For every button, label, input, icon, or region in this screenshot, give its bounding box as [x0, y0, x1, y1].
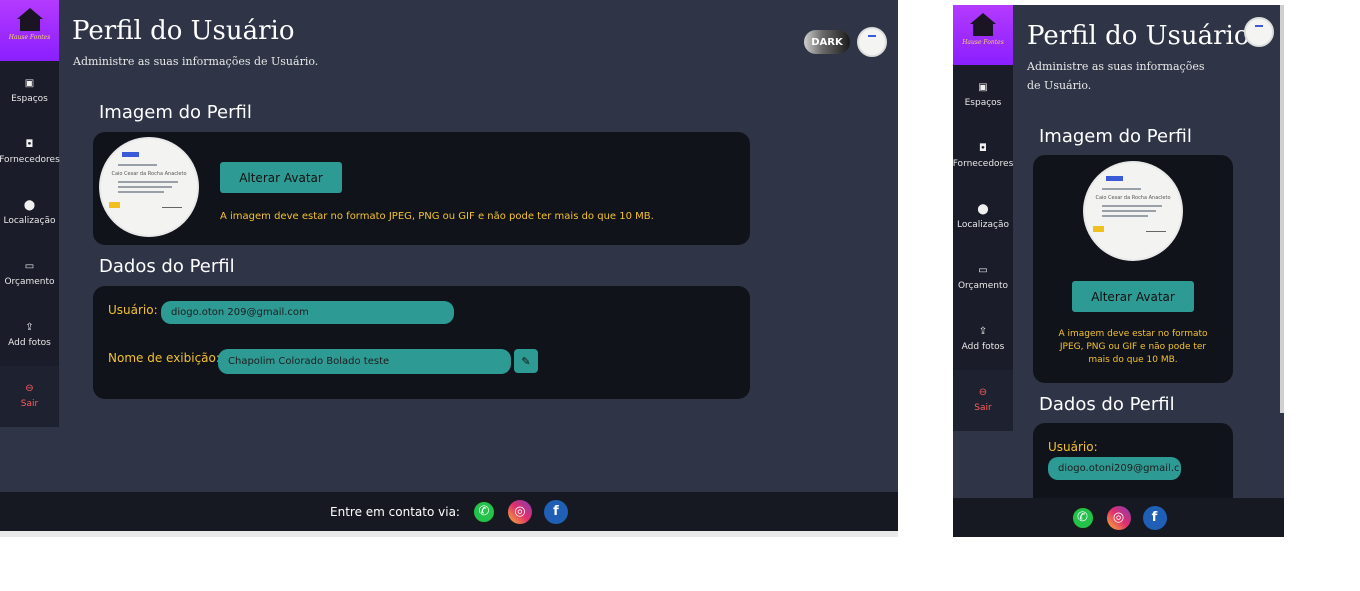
house-icon — [970, 13, 996, 24]
mobile-view: Hause Fontes ▣ Espaços ◘ Fornecedores ⬤ … — [953, 5, 1284, 537]
sidebar-item-label: Localização — [956, 220, 1010, 230]
logout-icon: ⊖ — [25, 383, 34, 394]
brand-logo[interactable]: Hause Fontes — [953, 5, 1013, 65]
logout-icon: ⊖ — [978, 387, 988, 398]
sidebar-item-label: Orçamento — [957, 281, 1009, 291]
user-label: Usuário: — [1048, 440, 1098, 454]
avatar-certificate-name: Caio Cesar da Rocha Anacleto — [1095, 194, 1171, 201]
sidebar-item-label: Add fotos — [961, 342, 1005, 352]
map-pin-icon: ⬤ — [23, 200, 36, 211]
sidebar-item-label: Add fotos — [8, 338, 51, 348]
sidebar-item-espacos[interactable]: ▣ Espaços — [953, 65, 1013, 126]
upload-icon: ⇪ — [978, 326, 988, 337]
sidebar: Hause Fontes ▣ Espaços ◘ Fornecedores ⬤ … — [0, 0, 60, 427]
image-icon: ▣ — [978, 82, 988, 93]
page-edge — [0, 531, 898, 537]
profile-image-card: Caio Cesar da Rocha Anacleto Alterar Ava… — [93, 132, 750, 245]
brand-logo[interactable]: Hause Fontes — [0, 0, 59, 61]
sidebar-item-label: Fornecedores — [953, 159, 1014, 169]
profile-image-title: Imagem do Perfil — [99, 102, 252, 123]
facebook-icon[interactable]: f — [1142, 505, 1167, 530]
sidebar-item-fornecedores[interactable]: ◘ Fornecedores — [953, 126, 1013, 187]
sidebar-item-sair[interactable]: ⊖ Sair — [953, 370, 1013, 431]
avatar-certificate-name: Caio Cesar da Rocha Anacleto — [111, 170, 187, 177]
facebook-icon[interactable]: f — [543, 499, 568, 524]
sidebar-item-label: Orçamento — [4, 277, 55, 287]
image-icon: ▣ — [24, 78, 35, 89]
sidebar: Hause Fontes ▣ Espaços ◘ Fornecedores ⬤ … — [953, 5, 1013, 431]
sidebar-item-fornecedores[interactable]: ◘ Fornecedores — [0, 122, 60, 183]
page-title: Perfil do Usuário — [72, 16, 295, 46]
sidebar-item-orcamento[interactable]: ▭ Orçamento — [0, 244, 59, 305]
scrollbar[interactable] — [1280, 5, 1284, 413]
sidebar-item-orcamento[interactable]: ▭ Orçamento — [953, 248, 1013, 309]
theme-toggle[interactable]: DARK — [804, 30, 850, 54]
display-name-field[interactable]: Chapolim Colorado Bolado teste — [218, 349, 511, 374]
profile-data-title: Dados do Perfil — [1039, 394, 1175, 415]
house-icon — [16, 8, 43, 19]
sidebar-item-localizacao[interactable]: ⬤ Localização — [0, 183, 59, 244]
contact-label: Entre em contato via: — [330, 504, 460, 519]
profile-image-title: Imagem do Perfil — [1039, 126, 1192, 147]
sidebar-item-label: Sair — [20, 399, 39, 409]
change-avatar-button[interactable]: Alterar Avatar — [1072, 281, 1194, 312]
map-pin-icon: ⬤ — [977, 204, 989, 215]
brand-name: Hause Fontes — [962, 39, 1004, 46]
display-name-label: Nome de exibição: — [108, 351, 220, 365]
briefcase-icon: ◘ — [25, 139, 34, 150]
briefcase-icon: ◘ — [979, 143, 987, 154]
sidebar-item-label: Sair — [974, 403, 992, 413]
page-subtitle: Administre as suas informações de Usuári… — [1027, 60, 1205, 92]
footer: ✆ ◎ f — [953, 498, 1284, 537]
sidebar-item-espacos[interactable]: ▣ Espaços — [0, 61, 59, 122]
change-avatar-button[interactable]: Alterar Avatar — [220, 162, 342, 193]
avatar-format-note: A imagem deve estar no formato JPEG, PNG… — [1058, 329, 1208, 365]
whatsapp-icon[interactable]: ✆ — [471, 499, 496, 524]
profile-data-title: Dados do Perfil — [99, 256, 235, 277]
page-subtitle: Administre as suas informações de Usuári… — [73, 55, 319, 68]
sidebar-item-label: Fornecedores — [0, 155, 60, 165]
user-avatar[interactable] — [1244, 17, 1274, 47]
instagram-icon[interactable]: ◎ — [507, 499, 532, 524]
footer: Entre em contato via: ✆ ◎ f — [0, 492, 898, 531]
sidebar-item-label: Espaços — [11, 94, 48, 104]
credit-card-icon: ▭ — [24, 261, 35, 272]
user-field[interactable]: diogo.oton 209@gmail.com — [161, 301, 454, 324]
instagram-icon[interactable]: ◎ — [1106, 505, 1131, 530]
user-field[interactable]: diogo.otoni209@gmail.c — [1048, 457, 1181, 480]
user-label: Usuário: — [108, 303, 158, 317]
avatar-format-note: A imagem deve estar no formato JPEG, PNG… — [220, 211, 654, 222]
profile-image-card: Caio Cesar da Rocha Anacleto Alterar Ava… — [1033, 155, 1233, 383]
credit-card-icon: ▭ — [978, 265, 988, 276]
user-avatar[interactable] — [857, 27, 887, 57]
page-title: Perfil do Usuário — [1027, 21, 1250, 51]
sidebar-item-sair[interactable]: ⊖ Sair — [0, 366, 59, 427]
sidebar-item-add-fotos[interactable]: ⇪ Add fotos — [953, 309, 1013, 370]
upload-icon: ⇪ — [25, 322, 34, 333]
sidebar-item-label: Localização — [3, 216, 56, 226]
sidebar-item-label: Espaços — [964, 98, 1002, 108]
desktop-view: Hause Fontes ▣ Espaços ◘ Fornecedores ⬤ … — [0, 0, 898, 531]
edit-pencil-icon[interactable]: ✎ — [514, 349, 538, 373]
profile-data-card: Usuário: diogo.oton 209@gmail.com Nome d… — [93, 286, 750, 399]
profile-avatar: Caio Cesar da Rocha Anacleto — [99, 137, 199, 237]
profile-avatar: Caio Cesar da Rocha Anacleto — [1083, 161, 1183, 261]
sidebar-item-add-fotos[interactable]: ⇪ Add fotos — [0, 305, 59, 366]
sidebar-item-localizacao[interactable]: ⬤ Localização — [953, 187, 1013, 248]
brand-name: Hause Fontes — [8, 34, 51, 41]
whatsapp-icon[interactable]: ✆ — [1070, 505, 1095, 530]
